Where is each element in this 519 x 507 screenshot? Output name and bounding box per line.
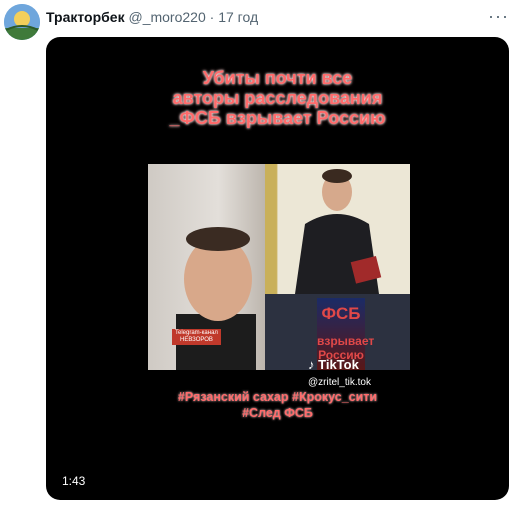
timestamp[interactable]: 17 год: [218, 9, 258, 25]
video-title-line-3: _ФСБ взрывает Россию: [169, 108, 386, 128]
tiktok-icon: ♪: [308, 357, 315, 372]
tiktok-handle: @zritel_tik.tok: [308, 377, 371, 388]
hashtags-line-2: #След ФСБ: [242, 406, 313, 420]
speaker-panel: Telegram-канал НЕВЗОРОВ: [148, 164, 265, 370]
telegram-badge-line-1: Telegram-канал: [175, 330, 218, 336]
video-title-line-1: Убиты почти все: [202, 68, 353, 88]
display-name[interactable]: Тракторбек: [46, 9, 125, 25]
handle[interactable]: @_moro220: [128, 9, 205, 25]
book-title: ФСБ: [321, 304, 361, 323]
video-frame: Telegram-канал НЕВЗОРОВ ФСБ взрывает Рос…: [148, 164, 410, 370]
separator: ·: [209, 9, 215, 25]
telegram-badge: Telegram-канал НЕВЗОРОВ: [172, 329, 221, 345]
portrait-figure: [295, 169, 382, 294]
video-player[interactable]: Убиты почти все авторы расследования _ФС…: [46, 37, 509, 500]
avatar[interactable]: [4, 4, 40, 40]
tweet-header: Тракторбек @_moro220 · 17 год: [46, 8, 258, 26]
telegram-badge-line-2: НЕВЗОРОВ: [180, 337, 213, 343]
avatar-image: [4, 4, 40, 40]
tiktok-logo: ♪ TikTok: [308, 357, 359, 372]
video-title-line-2: авторы расследования: [172, 88, 383, 108]
video-duration: 1:43: [58, 473, 90, 489]
portrait-panel: [265, 164, 410, 294]
hashtags-line-1: #Рязанский сахар #Крокус_сити: [177, 390, 378, 404]
more-icon[interactable]: ···: [488, 6, 509, 27]
tiktok-label: TikTok: [318, 357, 359, 372]
